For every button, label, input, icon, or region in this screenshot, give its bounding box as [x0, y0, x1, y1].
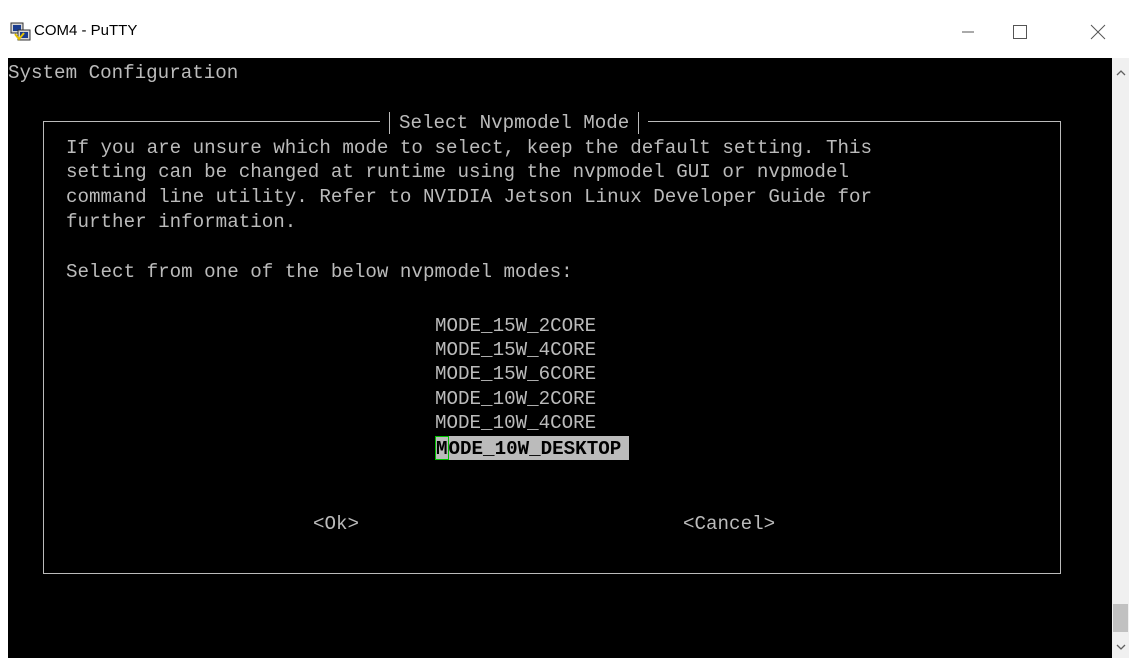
- close-button[interactable]: [1078, 14, 1118, 50]
- description-line: command line utility. Refer to NVIDIA Je…: [66, 186, 873, 208]
- vertical-scrollbar[interactable]: [1112, 58, 1129, 658]
- dialog-title-text: Select Nvpmodel Mode: [399, 112, 630, 134]
- window-title: COM4 - PuTTY: [34, 22, 138, 39]
- mode-option[interactable]: MODE_10W_2CORE: [435, 387, 596, 411]
- title-bar[interactable]: COM4 - PuTTY: [0, 0, 1129, 58]
- mode-option-selected[interactable]: MODE_10W_DESKTOP: [435, 436, 630, 460]
- terminal-cursor: M: [435, 436, 449, 460]
- scroll-thumb[interactable]: [1113, 604, 1128, 632]
- screen-header: System Configuration: [8, 62, 239, 84]
- minimize-button[interactable]: [948, 14, 988, 50]
- mode-option[interactable]: MODE_15W_6CORE: [435, 362, 596, 386]
- close-icon: [1090, 24, 1106, 40]
- chevron-down-icon: [1116, 644, 1125, 650]
- mode-prompt: Select from one of the below nvpmodel mo…: [66, 261, 573, 283]
- chevron-up-icon: [1116, 69, 1125, 75]
- maximize-icon: [1013, 25, 1027, 39]
- description-line: If you are unsure which mode to select, …: [66, 137, 873, 159]
- selected-mode-label: ODE_10W_DESKTOP: [448, 438, 622, 460]
- putty-icon: [10, 22, 31, 41]
- minimize-icon: [962, 31, 974, 33]
- scroll-up-button[interactable]: [1112, 64, 1129, 81]
- description-line: further information.: [66, 211, 297, 233]
- putty-window: COM4 - PuTTY System Configuration Select…: [0, 0, 1129, 658]
- mode-option[interactable]: MODE_10W_4CORE: [435, 411, 596, 435]
- terminal-screen[interactable]: System Configuration Select Nvpmodel Mod…: [8, 58, 1112, 658]
- description-line: setting can be changed at runtime using …: [66, 161, 849, 183]
- mode-option[interactable]: MODE_15W_2CORE: [435, 314, 596, 338]
- scroll-down-button[interactable]: [1112, 638, 1129, 655]
- title-left-bar: [389, 112, 390, 134]
- maximize-button[interactable]: [1000, 14, 1040, 50]
- dialog-title: Select Nvpmodel Mode: [380, 111, 649, 135]
- title-right-bar: [638, 112, 640, 134]
- cancel-button[interactable]: <Cancel>: [683, 512, 775, 536]
- ok-button[interactable]: <Ok>: [313, 512, 359, 536]
- mode-option[interactable]: MODE_15W_4CORE: [435, 338, 596, 362]
